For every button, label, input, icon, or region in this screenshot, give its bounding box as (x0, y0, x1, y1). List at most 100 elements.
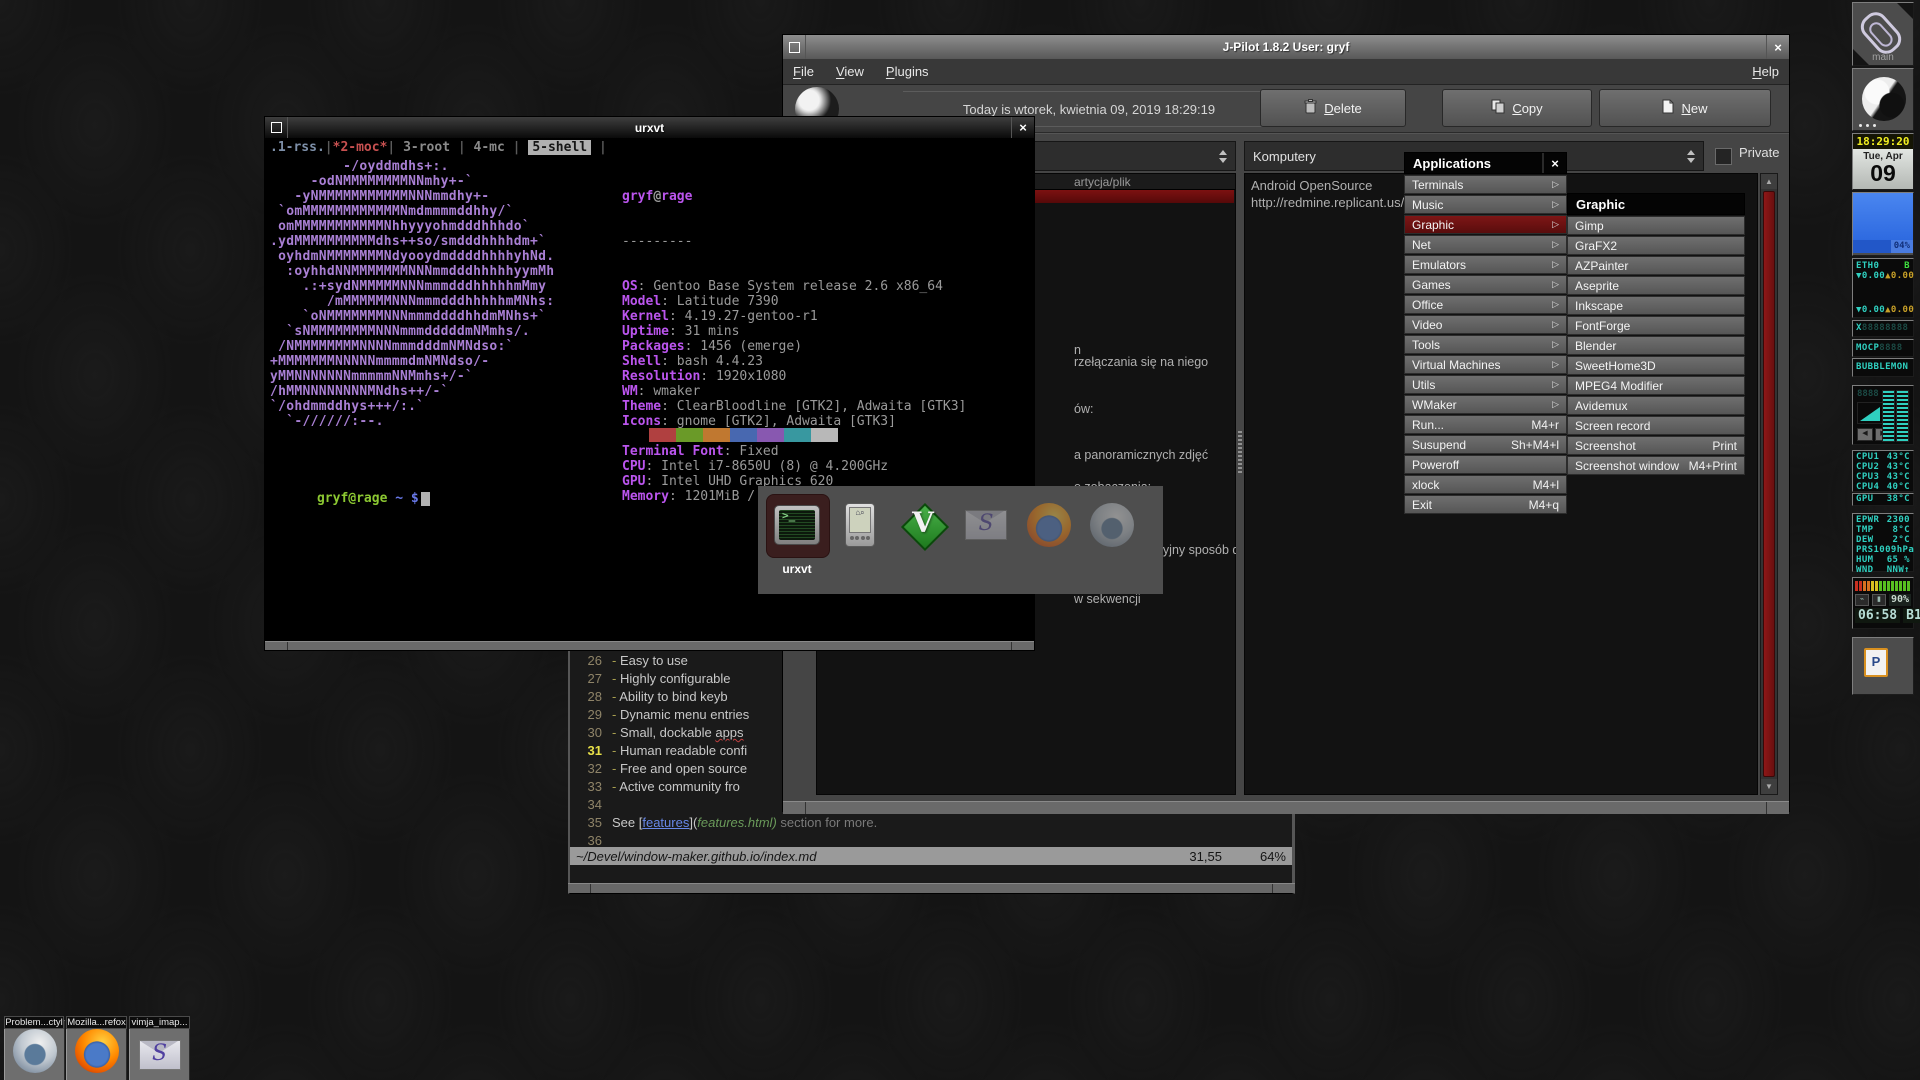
urxvt-resizebar[interactable] (265, 641, 1034, 650)
dock-cpu-temps[interactable]: CPU143°CCPU243°CCPU343°CCPU440°C (1852, 450, 1914, 492)
applications-menu-title[interactable]: Applications × (1404, 152, 1567, 174)
menu-item-music[interactable]: Music▷ (1404, 195, 1567, 214)
dock-calclock[interactable]: 18:29:20 Tue, Apr 09 (1852, 133, 1914, 190)
dock-blue-monitor[interactable]: 04% (1852, 192, 1914, 256)
miniaturize-button[interactable] (783, 35, 806, 59)
menu-help[interactable]: Help (1752, 64, 1779, 79)
menu-item-games[interactable]: Games▷ (1404, 275, 1567, 294)
tmux-window-sep[interactable]: | (591, 140, 607, 155)
vim-resizebar[interactable] (568, 883, 1295, 893)
firefox-icon[interactable] (1026, 502, 1072, 548)
menu-item-tools[interactable]: Tools▷ (1404, 335, 1567, 354)
close-button[interactable]: × (1011, 117, 1034, 138)
dock-clip[interactable]: main (1852, 2, 1914, 66)
resize-grip-right[interactable] (1766, 802, 1789, 814)
submenu-item-gimp[interactable]: Gimp (1567, 216, 1745, 235)
dock-lcd-strip[interactable]: MOCP8888 (1852, 339, 1914, 357)
submenu-item-aseprite[interactable]: Aseprite (1567, 276, 1745, 295)
dock-net-monitor[interactable]: ETH0B ▼0.00▲0.00 ▼0.00▲0.00 (1852, 258, 1914, 318)
menu-item-susupend[interactable]: SusupendSh+M4+l (1404, 435, 1567, 454)
jpilot-resizebar[interactable] (783, 801, 1789, 814)
scrollbar-thumb[interactable] (1763, 191, 1775, 777)
dock-gpu-temp[interactable]: GPU38°C (1852, 493, 1914, 506)
menu-item-wmaker[interactable]: WMaker▷ (1404, 395, 1567, 414)
tmux-status-line[interactable]: .1-rss.|*2-moc*| 3-root | 4-mc | 5-shell… (270, 140, 607, 155)
memo-scrollbar[interactable]: ▲ ▼ (1760, 173, 1778, 795)
submenu-item-avidemux[interactable]: Avidemux (1567, 396, 1745, 415)
tmux-window-sep[interactable]: | (513, 140, 529, 155)
combo-stepper-icon[interactable] (1687, 150, 1695, 163)
menu-view[interactable]: View (836, 64, 864, 79)
scroll-up-icon[interactable]: ▲ (1761, 174, 1777, 189)
submenu-item-screenshot-window[interactable]: Screenshot windowM4+Print (1567, 456, 1745, 475)
tmux-window-sep[interactable]: | (325, 140, 333, 155)
dock-jpilot-appicon[interactable] (1852, 68, 1914, 131)
dock-battery[interactable]: ⌁ ▮ 90% 06:58 B1 (1852, 577, 1914, 629)
resize-grip-right[interactable] (1272, 884, 1295, 893)
tmux-window-dim[interactable]: 3-root (395, 140, 458, 155)
scroll-down-icon[interactable]: ▼ (1761, 779, 1777, 794)
dock-weather[interactable]: EPWR2300TMP8°CDEW2°CPRS1009hPaHUM65 %WND… (1852, 513, 1914, 572)
firefox-grey-icon[interactable] (1089, 502, 1135, 548)
claws-mail-icon[interactable]: S (963, 502, 1009, 548)
miniaturize-button[interactable] (265, 117, 288, 138)
menu-item-terminals[interactable]: Terminals▷ (1404, 175, 1567, 194)
dock-lcd-strip[interactable]: X88888888 (1852, 320, 1914, 337)
submenu-item-sweethome3d[interactable]: SweetHome3D (1567, 356, 1745, 375)
shell-prompt[interactable]: gryf@rage ~ $ (270, 476, 430, 521)
urxvt-terminal-icon[interactable]: >_ (774, 502, 820, 548)
mixer-prev-button[interactable]: ◀ (1857, 428, 1873, 441)
new-button[interactable]: New (1599, 89, 1771, 127)
dock-lcd-strip[interactable]: BUBBLEMON (1852, 358, 1914, 377)
volume-ramp-icon[interactable] (1857, 402, 1885, 424)
close-button[interactable]: × (1766, 35, 1789, 59)
submenu-item-screenshot[interactable]: ScreenshotPrint (1567, 436, 1745, 455)
submenu-item-inkscape[interactable]: Inkscape (1567, 296, 1745, 315)
appicon-mail[interactable]: S (129, 1020, 190, 1080)
menu-item-virtual-machines[interactable]: Virtual Machines▷ (1404, 355, 1567, 374)
menu-item-emulators[interactable]: Emulators▷ (1404, 255, 1567, 274)
dock-launcher[interactable]: P (1852, 637, 1914, 695)
menu-item-run-[interactable]: Run...M4+r (1404, 415, 1567, 434)
submenu-item-blender[interactable]: Blender (1567, 336, 1745, 355)
appicon-firefox-grey[interactable] (4, 1020, 65, 1080)
menu-item-xlock[interactable]: xlockM4+l (1404, 475, 1567, 494)
menu-item-office[interactable]: Office▷ (1404, 295, 1567, 314)
menu-item-utils[interactable]: Utils▷ (1404, 375, 1567, 394)
resize-grip-left[interactable] (783, 802, 806, 814)
resize-grip-left[interactable] (568, 884, 591, 893)
delete-button[interactable]: Delete (1260, 89, 1406, 127)
submenu-item-azpainter[interactable]: AZPainter (1567, 256, 1745, 275)
tmux-window-red[interactable]: *2-moc* (333, 140, 388, 155)
memo-list-item-fragment[interactable]: a panoramicznych zdjęć (1074, 448, 1208, 462)
menu-item-poweroff[interactable]: Poweroff (1404, 455, 1567, 474)
dock-mixer[interactable]: 8888 ◀ ▶ (1852, 385, 1914, 445)
palm-pda-icon[interactable]: ⌂⌕ (837, 502, 883, 548)
vim-line-35[interactable]: 35See [features](features.html) section … (570, 814, 1292, 832)
resize-grip-left[interactable] (265, 642, 288, 650)
submenu-item-grafx2[interactable]: GraFX2 (1567, 236, 1745, 255)
combo-stepper-icon[interactable] (1219, 150, 1227, 163)
tmux-window-active[interactable]: 5-shell (528, 140, 591, 155)
vim-icon[interactable]: V (900, 502, 946, 548)
clip-arrow-icon[interactable] (1897, 3, 1913, 19)
memo-list-item-fragment[interactable]: w sekwencji (1074, 592, 1141, 606)
appicon-firefox[interactable] (66, 1020, 127, 1080)
menu-item-graphic[interactable]: Graphic▷ (1404, 215, 1567, 234)
menu-file[interactable]: File (793, 64, 814, 79)
memo-list-item-fragment[interactable]: ów: (1074, 402, 1093, 416)
copy-button[interactable]: Copy (1442, 89, 1592, 127)
tmux-window-blue[interactable]: .1-rss. (270, 140, 325, 155)
submenu-item-mpeg4-modifier[interactable]: MPEG4 Modifier (1567, 376, 1745, 395)
tmux-window-sep[interactable]: | (458, 140, 466, 155)
menu-close-button[interactable]: × (1542, 153, 1566, 173)
tmux-window-dim[interactable]: 4-mc (466, 140, 513, 155)
jpilot-titlebar[interactable]: J-Pilot 1.8.2 User: gryf × (783, 35, 1789, 59)
pane-splitter[interactable] (1236, 173, 1244, 795)
submenu-item-fontforge[interactable]: FontForge (1567, 316, 1745, 335)
menu-item-exit[interactable]: ExitM4+q (1404, 495, 1567, 514)
graphic-submenu-title[interactable]: Graphic (1567, 193, 1745, 215)
urxvt-titlebar[interactable]: urxvt × (265, 117, 1034, 138)
menu-item-video[interactable]: Video▷ (1404, 315, 1567, 334)
submenu-item-screen-record[interactable]: Screen record (1567, 416, 1745, 435)
